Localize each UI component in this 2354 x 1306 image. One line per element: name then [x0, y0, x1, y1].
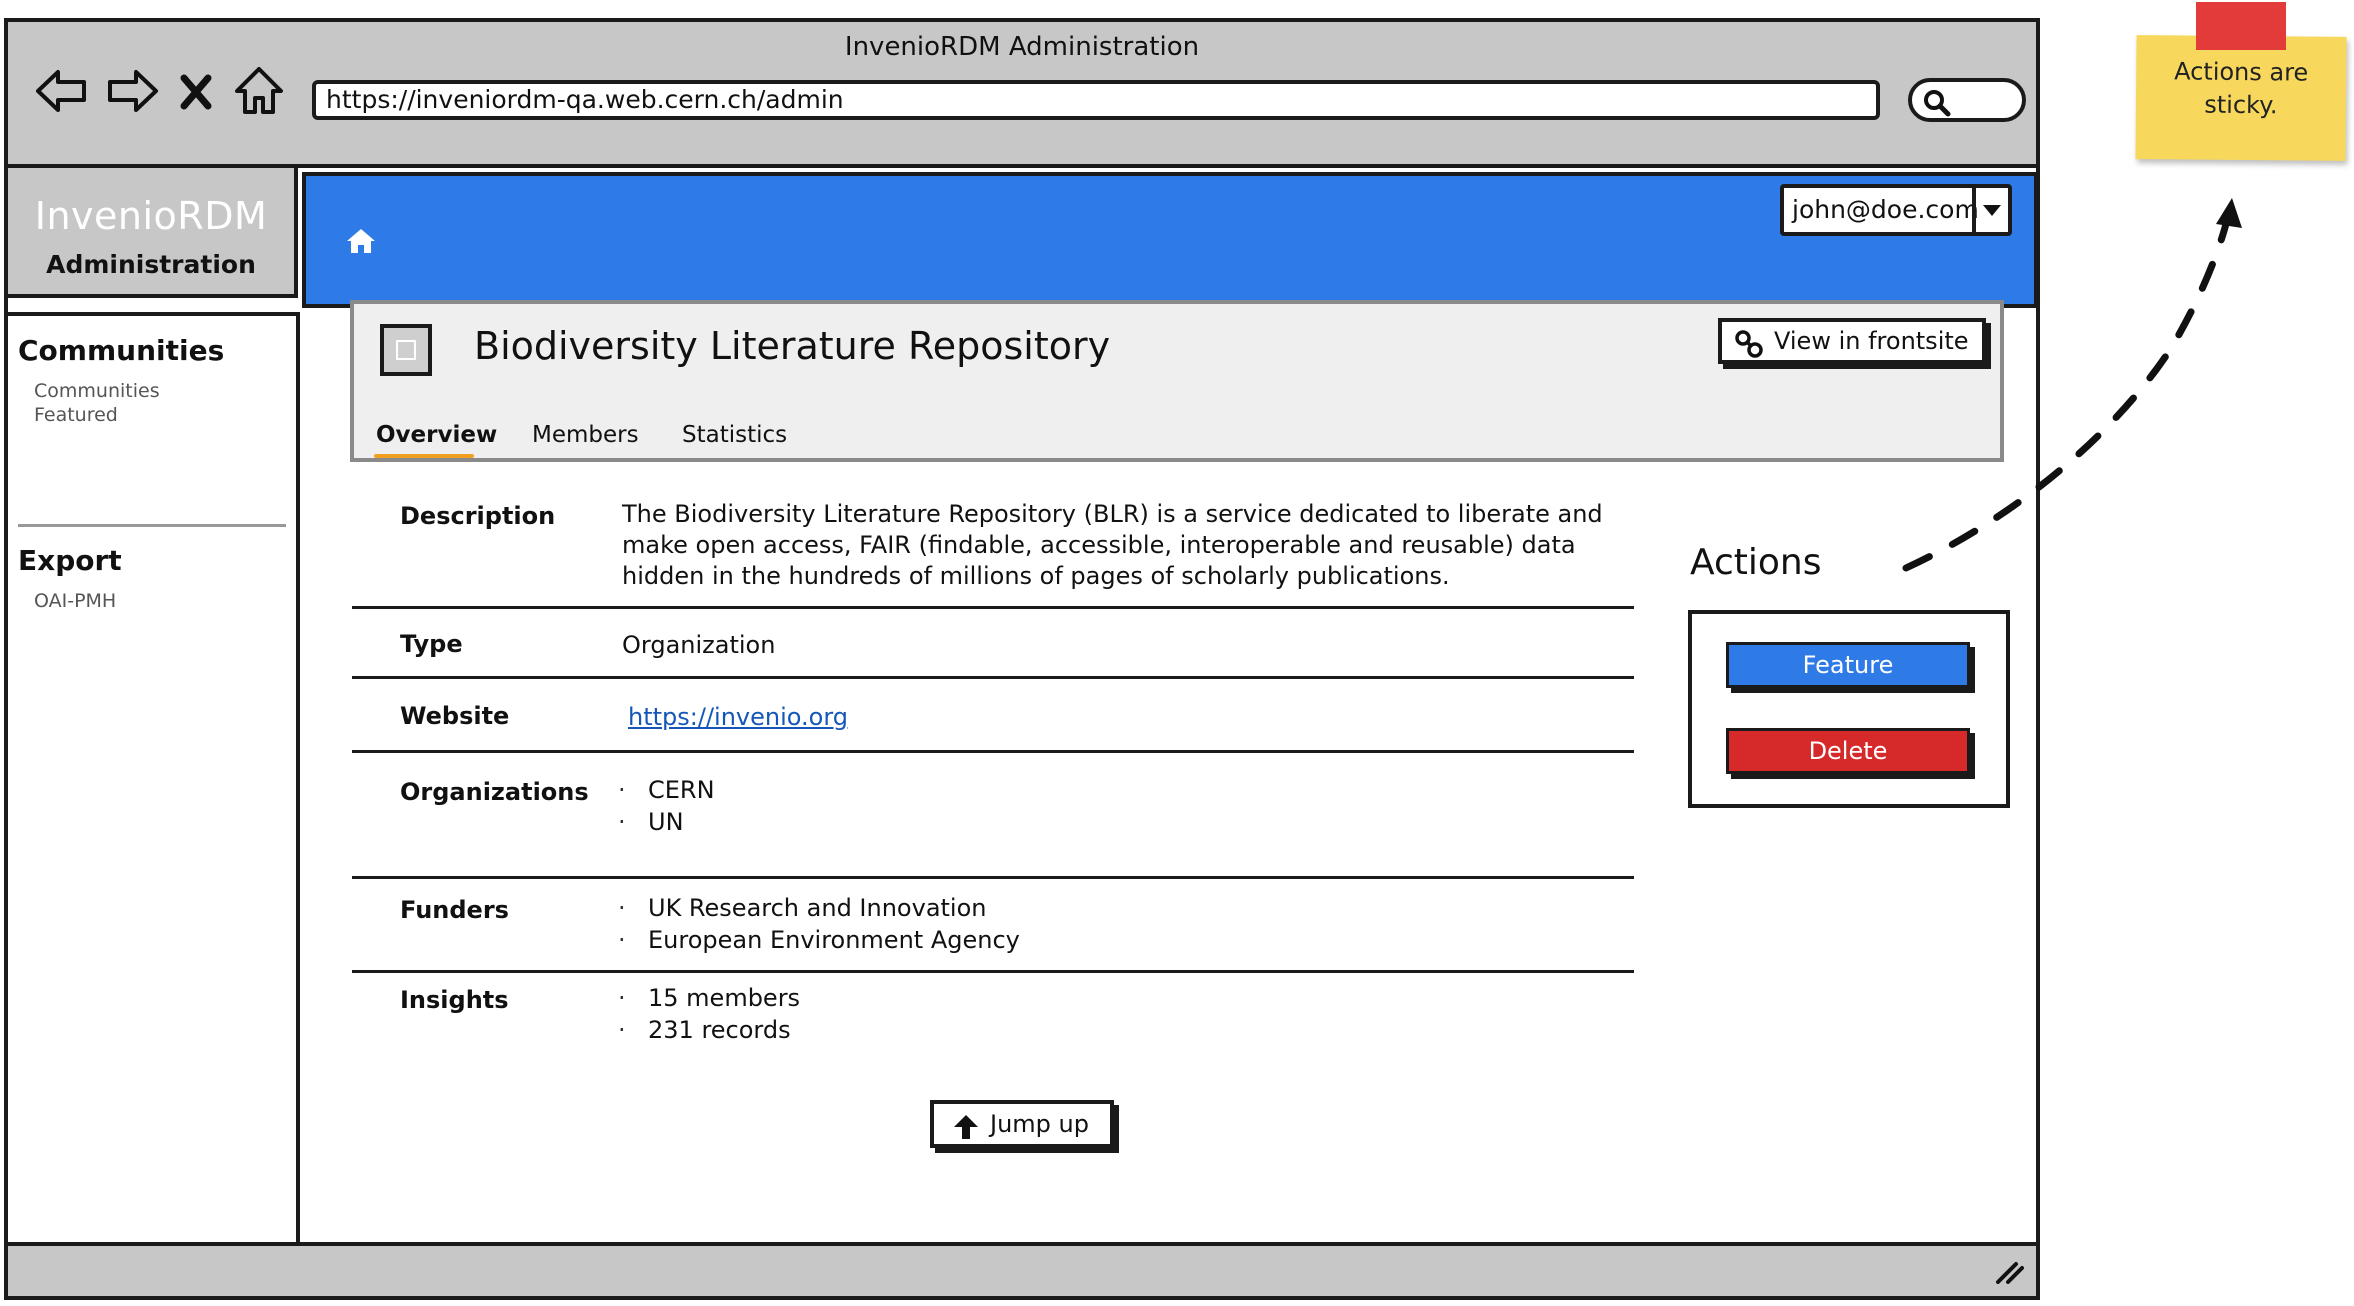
tab-statistics[interactable]: Statistics: [682, 422, 787, 448]
top-header: john@doe.com: [302, 172, 2038, 308]
community-header: Biodiversity Literature Repository View …: [350, 300, 2004, 462]
insights-label: Insights: [400, 986, 509, 1014]
jump-up-label: Jump up: [990, 1110, 1089, 1138]
status-bar: [8, 1242, 2036, 1296]
sticky-note-line: Actions are: [2174, 57, 2309, 87]
active-tab-indicator: [374, 454, 474, 458]
forward-arrow-icon[interactable]: [106, 64, 160, 118]
type-label: Type: [400, 630, 463, 658]
home-nav-icon[interactable]: [232, 64, 286, 118]
browser-nav: [34, 64, 286, 118]
row-divider: [352, 876, 1634, 879]
website-label: Website: [400, 702, 510, 730]
website-link[interactable]: https://invenio.org: [628, 702, 848, 733]
funders-list: UK Research and Innovation European Envi…: [618, 892, 1020, 956]
organizations-label: Organizations: [400, 778, 589, 806]
row-divider: [352, 750, 1634, 753]
description-line: make open access, FAIR (findable, access…: [622, 531, 1576, 559]
window-title: InvenioRDM Administration: [844, 32, 1200, 62]
description-value: The Biodiversity Literature Repository (…: [622, 499, 1622, 592]
sidebar-heading-export: Export: [18, 544, 122, 577]
description-label: Description: [400, 502, 556, 530]
sidebar-divider: [18, 524, 286, 527]
list-item: UK Research and Innovation: [618, 892, 1020, 924]
sidebar-heading-communities: Communities: [18, 334, 225, 367]
tab-members[interactable]: Members: [532, 422, 639, 448]
arrow-up-icon: [954, 1115, 978, 1139]
type-value: Organization: [622, 631, 776, 659]
website-url[interactable]: https://invenio.org: [628, 703, 848, 731]
delete-button[interactable]: Delete: [1726, 728, 1970, 774]
back-arrow-icon[interactable]: [34, 64, 88, 118]
feature-button[interactable]: Feature: [1726, 642, 1970, 688]
tab-overview[interactable]: Overview: [376, 422, 497, 448]
list-item: 15 members: [618, 982, 800, 1014]
row-divider: [352, 676, 1634, 679]
actions-title: Actions: [1690, 542, 1822, 583]
brand-name: InvenioRDM: [34, 194, 268, 238]
community-logo: [380, 324, 432, 376]
insights-list: 15 members 231 records: [618, 982, 800, 1046]
list-item: CERN: [618, 774, 715, 806]
brand-box: InvenioRDM Administration: [8, 168, 298, 298]
sticky-note-line: sticky.: [2204, 90, 2278, 120]
resize-grip-icon[interactable]: [1994, 1260, 2024, 1284]
list-item: European Environment Agency: [618, 924, 1020, 956]
close-icon[interactable]: [178, 64, 214, 118]
sidebar-item-oai-pmh[interactable]: OAI-PMH: [34, 590, 116, 612]
browser-chrome: InvenioRDM Administration https://inveni…: [8, 22, 2036, 168]
sidebar: Communities Communities Featured Export …: [8, 312, 300, 1250]
organizations-list: CERN UN: [618, 774, 715, 838]
row-divider: [352, 970, 1634, 973]
row-divider: [352, 606, 1634, 609]
browser-search[interactable]: [1908, 78, 2026, 122]
actions-panel: Feature Delete: [1688, 610, 2010, 808]
description-line: hidden in the hundreds of millions of pa…: [622, 562, 1450, 590]
list-item: UN: [618, 806, 715, 838]
page-title: Biodiversity Literature Repository: [474, 324, 1111, 368]
brand-subtitle: Administration: [46, 250, 256, 279]
link-icon: [1735, 330, 1763, 358]
annotation-arrow-icon: [1902, 198, 2242, 572]
list-item: 231 records: [618, 1014, 800, 1046]
jump-up-button[interactable]: Jump up: [930, 1100, 1114, 1148]
sticky-tape: [2196, 2, 2286, 50]
home-icon[interactable]: [346, 228, 376, 258]
sidebar-item-featured[interactable]: Featured: [34, 404, 118, 426]
sticky-note: Actions are sticky.: [2135, 35, 2347, 161]
funders-label: Funders: [400, 896, 509, 924]
url-input[interactable]: https://inveniordm-qa.web.cern.ch/admin: [312, 80, 1880, 120]
sticky-note-text: Actions are sticky.: [2136, 55, 2347, 123]
description-line: The Biodiversity Literature Repository (…: [622, 500, 1603, 528]
sidebar-item-communities[interactable]: Communities: [34, 380, 160, 402]
search-icon: [1924, 90, 1951, 117]
